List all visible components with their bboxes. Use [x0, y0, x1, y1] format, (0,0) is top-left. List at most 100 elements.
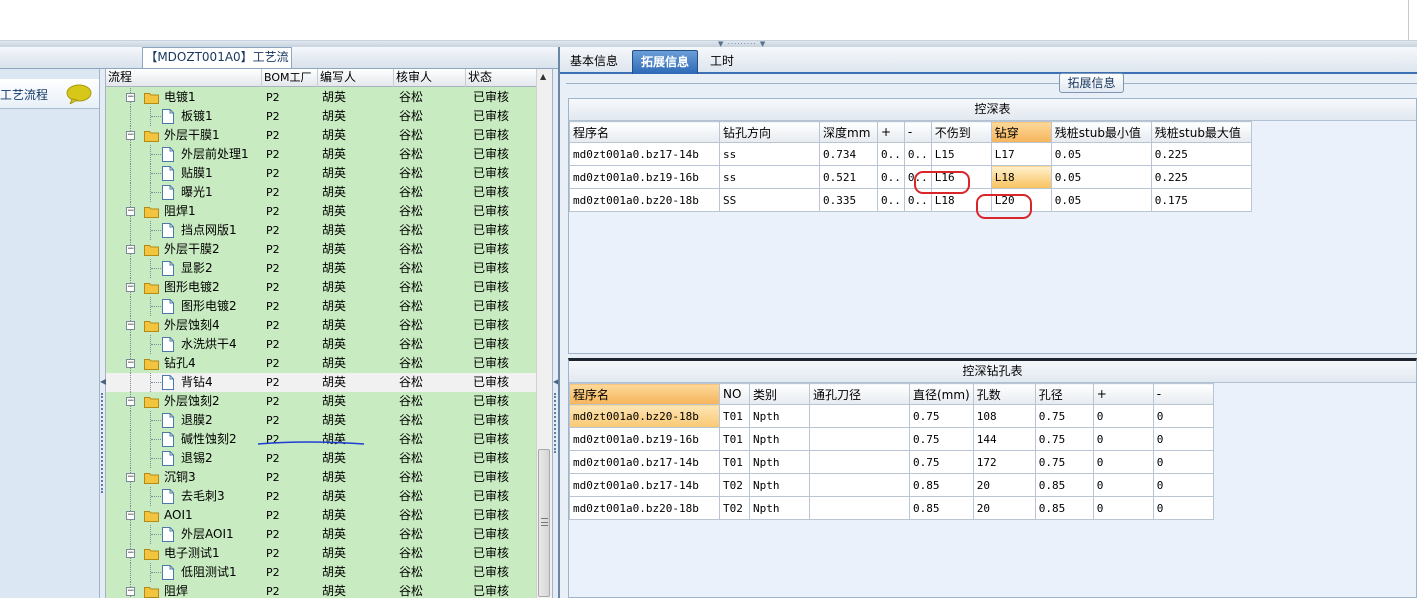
collapse-toggle-icon[interactable]: −	[126, 283, 135, 292]
drill-table-cell[interactable]: 0.85	[1034, 473, 1094, 497]
drill-table-header[interactable]: 类别	[749, 383, 810, 405]
drill-table-cell[interactable]: 0	[1092, 496, 1154, 520]
depth-table-cell[interactable]: ss	[719, 165, 820, 189]
tab-work-hours[interactable]: 工时	[702, 50, 742, 74]
depth-table-cell[interactable]: md0zt001a0.bz17-14b	[569, 142, 720, 166]
tree-row[interactable]: 曝光1 P2 胡英 谷松 已审核	[106, 183, 536, 202]
tree-header-reviewer[interactable]: 核审人	[394, 69, 466, 87]
collapse-toggle-icon[interactable]: −	[126, 359, 135, 368]
drill-table-cell[interactable]: 0.85	[909, 473, 974, 497]
depth-table-cell[interactable]: 0..	[877, 165, 905, 189]
drill-table-cell[interactable]: 144	[972, 427, 1036, 451]
depth-table-cell[interactable]: md0zt001a0.bz19-16b	[569, 165, 720, 189]
drill-table-cell[interactable]	[809, 496, 910, 520]
drill-table-cell[interactable]: 0.85	[909, 496, 974, 520]
drill-table-cell[interactable]: 20	[972, 496, 1036, 520]
drill-table-cell[interactable]: 0	[1152, 427, 1214, 451]
drill-table-cell[interactable]: 0	[1092, 450, 1154, 474]
depth-table-row[interactable]: md0zt001a0.bz17-14b ss 0.734 0.. 0.. L15 L17 0.…	[569, 142, 1252, 166]
drill-table-cell[interactable]: 0.75	[909, 450, 974, 474]
depth-table-row[interactable]: md0zt001a0.bz20-18b SS 0.335 0.. 0.. L18 L20 0.…	[569, 188, 1252, 212]
drill-table-header[interactable]: NO	[719, 383, 750, 405]
drill-table-header[interactable]: -	[1152, 383, 1214, 405]
drill-table-cell[interactable]: 0.75	[909, 404, 974, 428]
drill-table-header[interactable]: 通孔刀径	[809, 383, 910, 405]
drill-table-cell[interactable]: T01	[719, 404, 750, 428]
depth-table-header[interactable]: +	[877, 121, 905, 143]
drill-table-header[interactable]: 程序名	[569, 383, 720, 405]
tree-row[interactable]: − 外层干膜1 P2 胡英 谷松 已审核	[106, 126, 536, 145]
depth-table-cell[interactable]: 0..	[903, 142, 932, 166]
tree-row[interactable]: 图形电镀2 P2 胡英 谷松 已审核	[106, 297, 536, 316]
depth-table-cell[interactable]: 0.225	[1150, 142, 1252, 166]
tree-row[interactable]: 退膜2 P2 胡英 谷松 已审核	[106, 411, 536, 430]
collapse-toggle-icon[interactable]: −	[126, 587, 135, 596]
tree-row[interactable]: 挡点网版1 P2 胡英 谷松 已审核	[106, 221, 536, 240]
collapse-toggle-icon[interactable]: −	[126, 131, 135, 140]
drill-table-header[interactable]: +	[1092, 383, 1154, 405]
tree-row[interactable]: 板镀1 P2 胡英 谷松 已审核	[106, 107, 536, 126]
drill-table-cell[interactable]: md0zt001a0.bz20-18b	[569, 404, 720, 428]
drill-table-cell[interactable]	[809, 404, 910, 428]
drill-table-row[interactable]: md0zt001a0.bz20-18b T02 Npth 0.85 20 0.85 0 0	[569, 496, 1214, 520]
tree-row[interactable]: 水洗烘干4 P2 胡英 谷松 已审核	[106, 335, 536, 354]
tree-row[interactable]: − 阻焊1 P2 胡英 谷松 已审核	[106, 202, 536, 221]
tree-row[interactable]: 外层前处理1 P2 胡英 谷松 已审核	[106, 145, 536, 164]
drill-table-cell[interactable]: 0	[1092, 427, 1154, 451]
collapse-toggle-icon[interactable]: −	[126, 473, 135, 482]
drill-table-cell[interactable]: Npth	[749, 450, 810, 474]
tree-header-process[interactable]: 流程	[106, 69, 262, 87]
tree-row[interactable]: − 阻焊 P2 胡英 谷松 已审核	[106, 582, 536, 598]
tree-row[interactable]: 去毛刺3 P2 胡英 谷松 已审核	[106, 487, 536, 506]
collapse-toggle-icon[interactable]: −	[126, 321, 135, 330]
drill-table-cell[interactable]: T01	[719, 427, 750, 451]
drill-table-cell[interactable]: 0.75	[1034, 404, 1094, 428]
tree-row[interactable]: − 外层蚀刻2 P2 胡英 谷松 已审核	[106, 392, 536, 411]
tree-row[interactable]: − 钻孔4 P2 胡英 谷松 已审核	[106, 354, 536, 373]
scroll-up-arrow-icon[interactable]: ▲	[540, 72, 546, 81]
collapse-toggle-icon[interactable]: −	[126, 207, 135, 216]
collapse-toggle-icon[interactable]: −	[126, 397, 135, 406]
drill-table-cell[interactable]	[809, 450, 910, 474]
tree-header-writer[interactable]: 编写人	[318, 69, 394, 87]
drill-table-cell[interactable]: 0	[1152, 404, 1214, 428]
tree-row[interactable]: − 外层蚀刻4 P2 胡英 谷松 已审核	[106, 316, 536, 335]
drill-table-cell[interactable]: md0zt001a0.bz17-14b	[569, 450, 720, 474]
depth-table-cell[interactable]: 0.521	[819, 165, 878, 189]
depth-table-cell[interactable]: 0.05	[1050, 142, 1152, 166]
tree-row[interactable]: 退锡2 P2 胡英 谷松 已审核	[106, 449, 536, 468]
depth-table-row[interactable]: md0zt001a0.bz19-16b ss 0.521 0.. 0.. L16 L18 0.…	[569, 165, 1252, 189]
nav-item-process-flow[interactable]: 工艺流程	[0, 79, 99, 109]
depth-table-header[interactable]: 钻孔方向	[719, 121, 820, 143]
depth-table-header[interactable]: -	[903, 121, 932, 143]
drill-table-cell[interactable]: 0	[1152, 473, 1214, 497]
depth-table-header[interactable]: 钻穿	[990, 121, 1052, 143]
depth-table-header[interactable]: 程序名	[569, 121, 720, 143]
depth-table-cell[interactable]: 0.734	[819, 142, 878, 166]
drill-table-cell[interactable]: 20	[972, 473, 1036, 497]
tree-row[interactable]: − 电镀1 P2 胡英 谷松 已审核	[106, 88, 536, 107]
drill-table-cell[interactable]: T02	[719, 473, 750, 497]
tree-row[interactable]: 低阻测试1 P2 胡英 谷松 已审核	[106, 563, 536, 582]
tree-row[interactable]: 背钻4 P2 胡英 谷松 已审核	[106, 373, 536, 392]
tree-row[interactable]: − AOI1 P2 胡英 谷松 已审核	[106, 506, 536, 525]
drill-table-cell[interactable]: Npth	[749, 496, 810, 520]
drill-table-row[interactable]: md0zt001a0.bz20-18b T01 Npth 0.75 108 0.75 0 0	[569, 404, 1214, 428]
drill-table-row[interactable]: md0zt001a0.bz17-14b T02 Npth 0.85 20 0.85 0 0	[569, 473, 1214, 497]
drill-table-cell[interactable]	[809, 473, 910, 497]
depth-table-header[interactable]: 深度mm	[819, 121, 878, 143]
depth-table-cell[interactable]: L17	[990, 142, 1052, 166]
drill-table-cell[interactable]: 0.75	[909, 427, 974, 451]
drill-table-cell[interactable]: 0	[1092, 404, 1154, 428]
tree-row[interactable]: 贴膜1 P2 胡英 谷松 已审核	[106, 164, 536, 183]
depth-table-header[interactable]: 不伤到	[930, 121, 992, 143]
drill-table-cell[interactable]: 0	[1092, 473, 1154, 497]
scroll-thumb[interactable]	[538, 449, 550, 597]
drill-table-cell[interactable]: T02	[719, 496, 750, 520]
tree-header-status[interactable]: 状态	[466, 69, 536, 87]
depth-table-cell[interactable]: 0.175	[1150, 188, 1252, 212]
depth-table-cell[interactable]: L15	[930, 142, 992, 166]
drill-table-cell[interactable]: Npth	[749, 473, 810, 497]
drill-table-cell[interactable]: Npth	[749, 427, 810, 451]
collapse-toggle-icon[interactable]: −	[126, 245, 135, 254]
